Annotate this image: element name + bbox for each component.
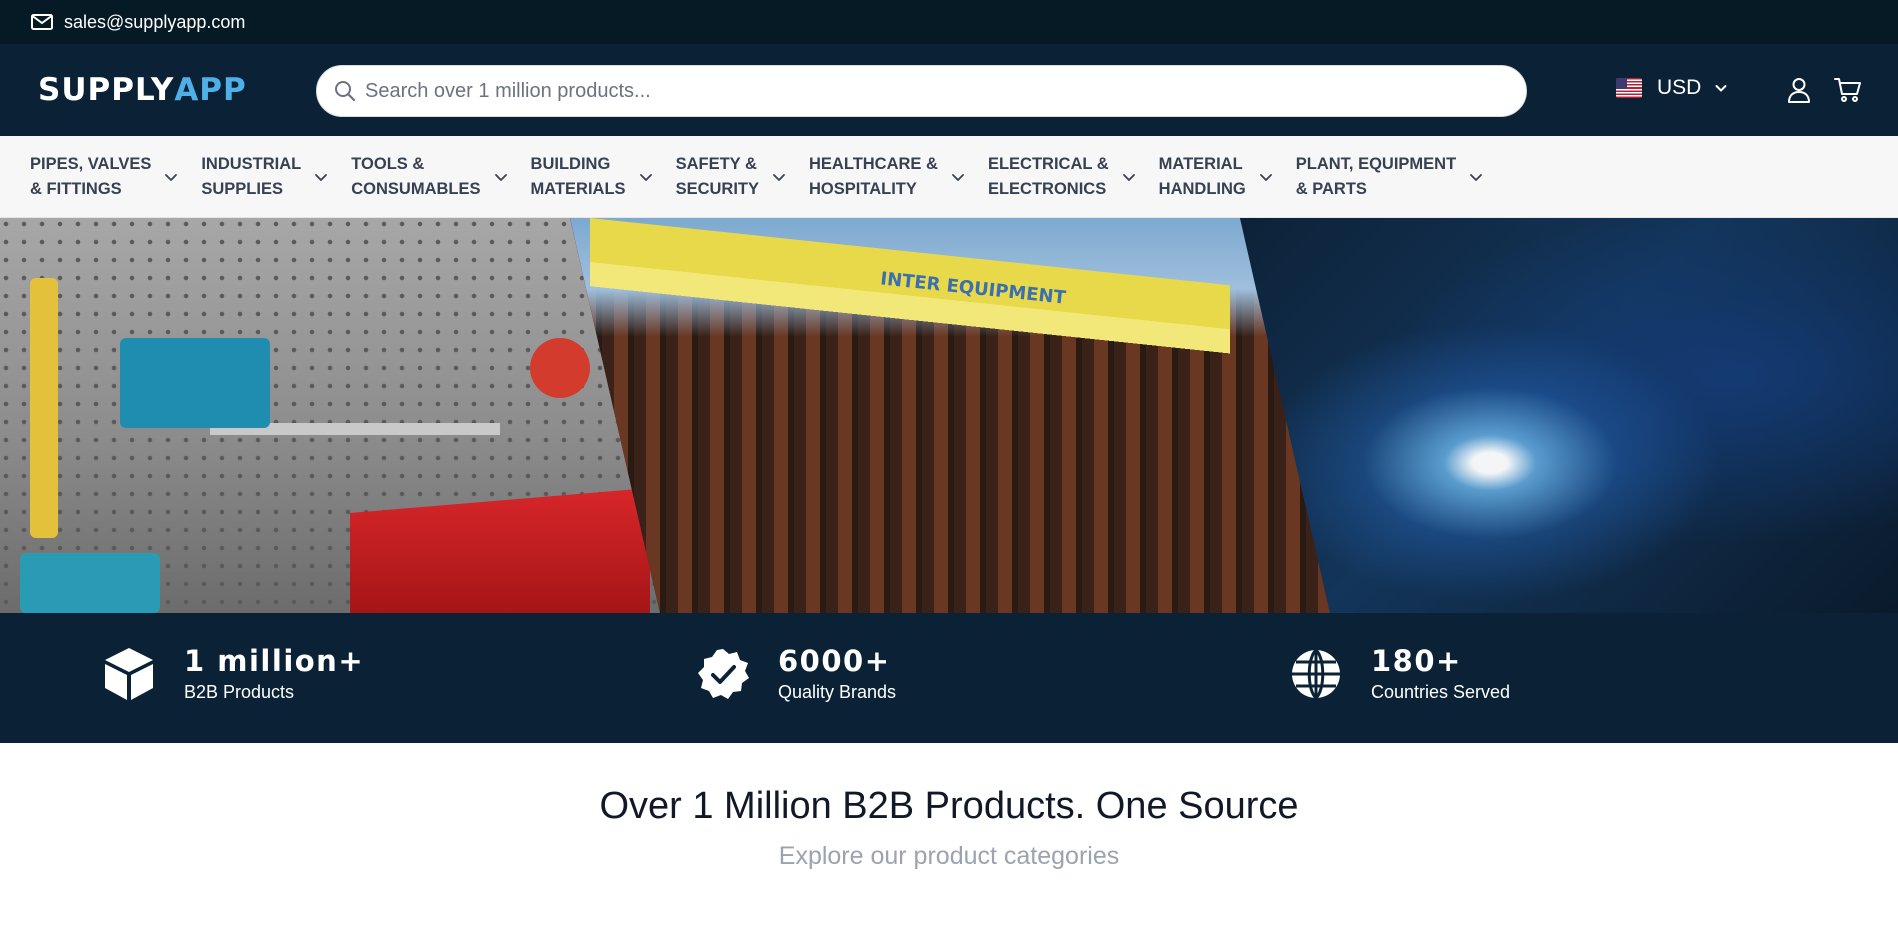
search-input[interactable] [365, 79, 1465, 103]
stats-bar: 1 million+ B2B Products 6000+ Quality Br… [0, 613, 1898, 743]
hero-drill-tool [20, 553, 160, 613]
nav-item-safety-security[interactable]: SAFETY & SECURITY [676, 152, 787, 202]
nav-item-plant-equipment-parts[interactable]: PLANT, EQUIPMENT & PARTS [1296, 152, 1484, 202]
nav-item-label: HEALTHCARE & HOSPITALITY [809, 154, 938, 198]
chevron-down-icon [771, 169, 787, 185]
hero-tape-tool [530, 338, 590, 398]
verified-badge-icon [697, 648, 749, 700]
nav-item-material-handling[interactable]: MATERIAL HANDLING [1159, 152, 1274, 202]
nav-item-label: INDUSTRIAL SUPPLIES [201, 154, 302, 198]
nav-item-label: TOOLS & CONSUMABLES [351, 154, 481, 198]
stat-label: Countries Served [1371, 682, 1511, 702]
stat-countries: 180+ Countries Served [1290, 644, 1510, 703]
stat-label: B2B Products [184, 682, 295, 702]
nav-item-label: BUILDING MATERIALS [530, 154, 626, 198]
cart-icon[interactable] [1834, 76, 1862, 104]
hero-sander-tool [120, 338, 270, 428]
nav-item-label: PIPES, VALVES & FITTINGS [30, 154, 152, 198]
nav-item-building-materials[interactable]: BUILDING MATERIALS [531, 152, 654, 202]
stat-products: 1 million+ B2B Products [103, 644, 364, 703]
chevron-down-icon [1121, 169, 1137, 185]
chevron-down-icon [313, 169, 329, 185]
globe-icon [1290, 648, 1342, 700]
us-flag-icon [1616, 78, 1642, 98]
site-logo[interactable]: SUPPLY APP [38, 72, 247, 108]
nav-item-label: SAFETY & SECURITY [675, 154, 759, 198]
chevron-down-icon [493, 169, 509, 185]
chevron-down-icon [638, 169, 654, 185]
chevron-down-icon [1468, 169, 1484, 185]
hero-welding-panel [1240, 218, 1898, 613]
stat-value: 180+ [1371, 644, 1462, 678]
stat-brands: 6000+ Quality Brands [697, 644, 896, 703]
stat-value: 6000+ [778, 644, 891, 678]
nav-item-label: PLANT, EQUIPMENT & PARTS [1295, 154, 1457, 198]
chevron-down-icon [950, 169, 966, 185]
logo-main-text: SUPPLY [38, 72, 175, 108]
user-icon[interactable] [1785, 76, 1813, 104]
contact-email-link[interactable]: sales@supplyapp.com [64, 12, 245, 33]
nav-item-tools-consumables[interactable]: TOOLS & CONSUMABLES [351, 152, 508, 202]
nav-item-healthcare-hospitality[interactable]: HEALTHCARE & HOSPITALITY [809, 152, 966, 202]
hero-banner: INTER EQUIPMENT [0, 218, 1898, 613]
nav-item-industrial-supplies[interactable]: INDUSTRIAL SUPPLIES [201, 152, 329, 202]
nav-item-electrical-electronics[interactable]: ELECTRICAL & ELECTRONICS [988, 152, 1137, 202]
intro-title: Over 1 Million B2B Products. One Source [599, 785, 1299, 827]
search-bar [316, 65, 1527, 117]
top-contact-bar: sales@supplyapp.com [0, 0, 1898, 44]
cube-icon [103, 647, 155, 700]
intro-section: Over 1 Million B2B Products. One Source … [0, 743, 1898, 871]
nav-item-label: MATERIAL HANDLING [1158, 154, 1246, 198]
currency-selector[interactable]: USD [1616, 76, 1728, 100]
logo-accent-text: APP [174, 72, 247, 108]
search-icon[interactable] [333, 79, 357, 103]
hero-level-tool [30, 278, 58, 538]
category-nav: PIPES, VALVES & FITTINGS INDUSTRIAL SUPPLI… [0, 136, 1898, 218]
currency-label: USD [1657, 76, 1702, 99]
main-header: SUPPLYAPP USD [0, 44, 1898, 136]
chevron-down-icon [163, 169, 179, 185]
chevron-down-icon [1258, 169, 1274, 185]
nav-item-label: ELECTRICAL & ELECTRONICS [987, 154, 1109, 198]
intro-subtitle: Explore our product categories [778, 842, 1120, 870]
mail-icon [31, 14, 53, 30]
nav-item-pipes-valves-fittings[interactable]: PIPES, VALVES & FITTINGS [30, 152, 179, 202]
stat-label: Quality Brands [778, 682, 897, 702]
stat-value: 1 million+ [184, 644, 365, 678]
chevron-down-icon [1714, 81, 1728, 95]
